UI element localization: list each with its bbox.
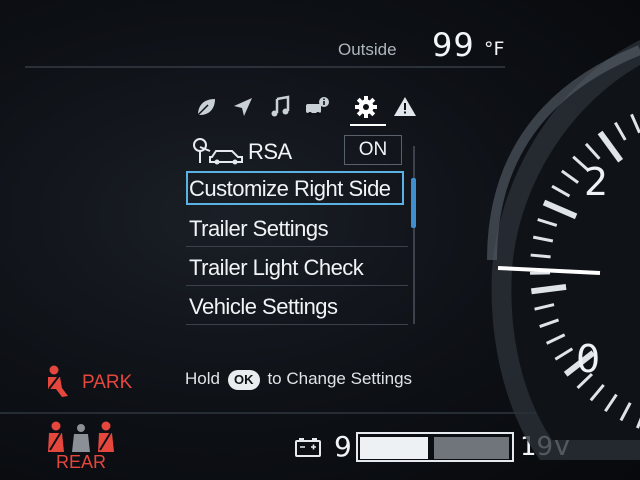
- gear-icon: [355, 96, 377, 118]
- voltage-min-label: 9: [334, 430, 352, 463]
- ok-button-icon: OK: [227, 369, 260, 390]
- menu-scrollbar-thumb[interactable]: [411, 178, 416, 228]
- speedometer-gauge: 2 0: [487, 40, 640, 460]
- hint-suffix: to Change Settings: [267, 369, 413, 388]
- gauge-label-0: 0: [576, 337, 600, 381]
- tab-eco[interactable]: [192, 93, 220, 121]
- top-divider: [25, 66, 505, 68]
- battery-icon: [295, 438, 321, 457]
- gauge-label-2: 2: [584, 160, 608, 204]
- tab-vehicle-info[interactable]: [303, 93, 331, 121]
- menu-item-label: Vehicle Settings: [189, 294, 338, 319]
- row-divider: [186, 324, 408, 325]
- tab-navigation[interactable]: [229, 93, 257, 121]
- change-settings-hint: Hold OK to Change Settings: [185, 369, 412, 390]
- gauge-tick: [530, 253, 551, 259]
- rsa-row[interactable]: RSA ON: [186, 133, 414, 169]
- park-indicator: PARK: [82, 372, 133, 393]
- tab-audio[interactable]: [266, 93, 294, 121]
- rsa-icon: [193, 138, 243, 165]
- rear-indicator: REAR: [56, 452, 107, 472]
- menu-item-trailer-settings[interactable]: Trailer Settings: [186, 211, 414, 247]
- seatbelt-warning-icon: [48, 365, 68, 397]
- row-divider: [186, 285, 408, 286]
- menu-tabs: [192, 93, 422, 123]
- menu-item-vehicle-settings[interactable]: Vehicle Settings: [186, 289, 414, 325]
- vehicle-info-icon: [306, 97, 329, 116]
- selected-tab-indicator: [350, 124, 386, 126]
- warning-icon: [394, 97, 416, 116]
- navigation-arrow-icon: [234, 98, 252, 116]
- menu-item-label: Trailer Settings: [189, 216, 329, 241]
- menu-scrollbar[interactable]: [413, 146, 415, 324]
- menu-item-trailer-light-check[interactable]: Trailer Light Check: [186, 250, 414, 286]
- tab-settings[interactable]: [352, 93, 380, 121]
- music-note-icon: [271, 95, 290, 117]
- rear-seatbelt-icon: [48, 421, 114, 452]
- hint-prefix: Hold: [185, 369, 220, 388]
- menu-item-label: Trailer Light Check: [189, 255, 364, 280]
- menu-item-label: Customize Right Side: [189, 176, 391, 201]
- rsa-status[interactable]: ON: [344, 135, 402, 165]
- outside-temp-label: Outside: [338, 40, 397, 59]
- menu-item-customize-right-side[interactable]: Customize Right Side: [186, 171, 414, 207]
- rsa-label: RSA: [248, 139, 292, 164]
- voltage-fill: [360, 437, 428, 459]
- row-divider: [186, 246, 408, 247]
- leaf-icon: [197, 99, 215, 116]
- tab-warnings[interactable]: [391, 93, 419, 121]
